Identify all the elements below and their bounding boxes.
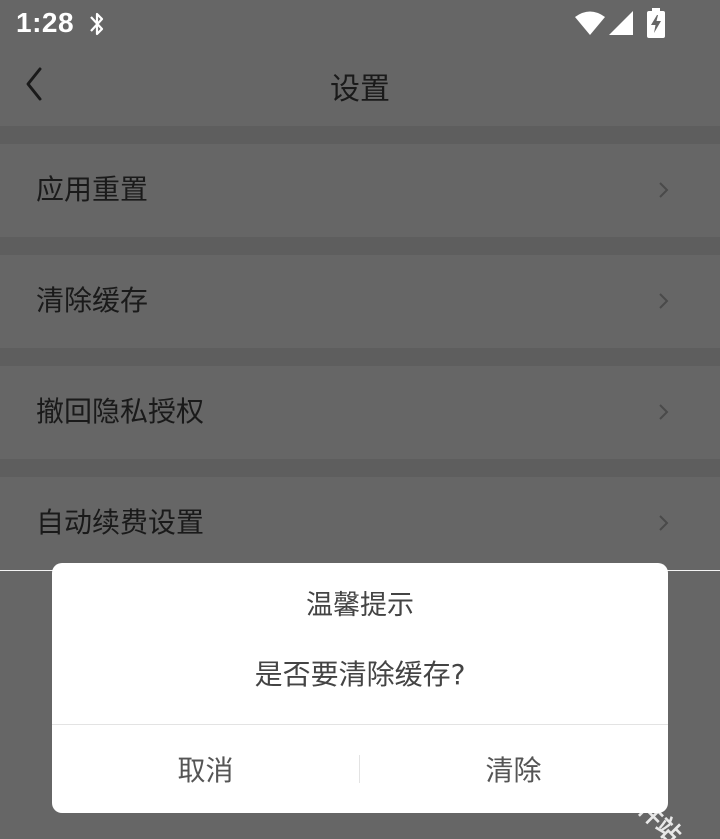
settings-item-label: 应用重置	[36, 173, 149, 206]
nav-bar: 设置	[0, 50, 720, 126]
list-gap	[0, 459, 720, 477]
battery-charging-icon	[647, 8, 665, 38]
wifi-icon	[575, 11, 605, 35]
status-bar: 1:28	[0, 0, 720, 50]
dialog-message: 是否要清除缓存?	[254, 658, 466, 691]
screen: 1:28 设置 应用重置 清除缓存 撤回隐私授权 自动续费设置 温馨提示 是否要…	[0, 0, 720, 839]
list-gap	[0, 348, 720, 366]
cancel-button[interactable]: 取消	[52, 725, 359, 813]
settings-item-revoke-privacy[interactable]: 撤回隐私授权	[0, 366, 720, 459]
signal-icon	[609, 11, 633, 35]
chevron-right-icon	[659, 515, 669, 531]
chevron-right-icon	[659, 182, 669, 198]
settings-item-clear-cache[interactable]: 清除缓存	[0, 255, 720, 348]
status-time: 1:28	[16, 7, 75, 38]
settings-item-label: 清除缓存	[36, 284, 149, 317]
clear-cache-dialog: 温馨提示 是否要清除缓存? 取消 清除	[52, 563, 668, 813]
list-gap	[0, 126, 720, 144]
settings-item-label: 撤回隐私授权	[36, 395, 205, 428]
page-title: 设置	[330, 72, 390, 107]
settings-list: 应用重置 清除缓存 撤回隐私授权 自动续费设置	[0, 126, 720, 570]
chevron-right-icon	[659, 293, 669, 309]
bluetooth-icon	[90, 12, 104, 36]
settings-item-auto-renewal[interactable]: 自动续费设置	[0, 477, 720, 570]
dialog-title: 温馨提示	[306, 590, 414, 621]
settings-item-app-reset[interactable]: 应用重置	[0, 144, 720, 237]
settings-item-label: 自动续费设置	[36, 506, 205, 539]
chevron-right-icon	[659, 404, 669, 420]
list-gap	[0, 237, 720, 255]
